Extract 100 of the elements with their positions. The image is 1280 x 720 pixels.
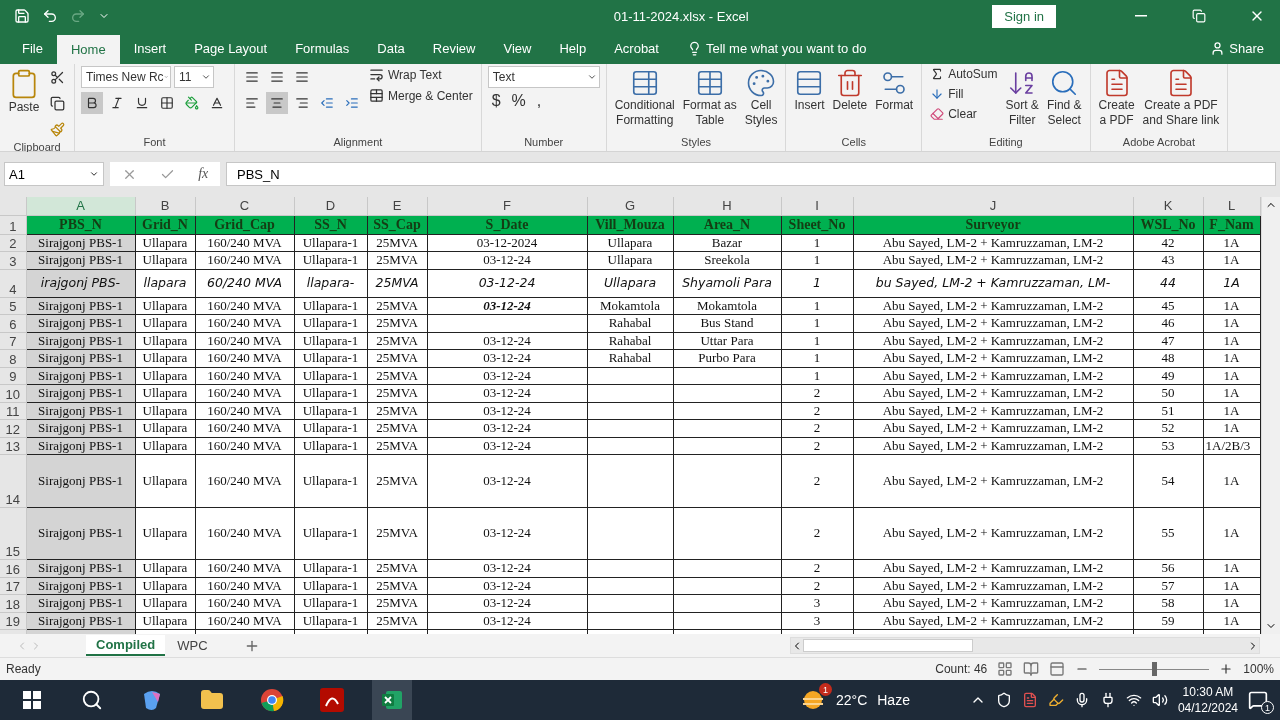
paste-button[interactable]: Paste xyxy=(6,66,42,117)
spreadsheet-app-button[interactable] xyxy=(372,680,412,720)
document-icon[interactable] xyxy=(1021,692,1038,708)
shield-icon[interactable] xyxy=(995,692,1012,708)
clock[interactable]: 10:30 AM 04/12/2024 xyxy=(1177,684,1238,716)
ribbon-button[interactable]: Create a PDF and Share link xyxy=(1140,66,1222,130)
share-button[interactable]: Share xyxy=(1204,32,1270,64)
bold-button[interactable] xyxy=(81,92,103,114)
vertical-scrollbar[interactable] xyxy=(1260,197,1280,634)
ribbon-tab[interactable]: Home xyxy=(56,35,120,64)
column-header[interactable]: A xyxy=(26,197,135,215)
ribbon-button[interactable]: Cell Styles xyxy=(742,66,780,130)
ribbon-tab[interactable]: Help xyxy=(545,32,601,64)
column-header[interactable]: F xyxy=(427,197,587,215)
autosum-button[interactable]: AutoSum xyxy=(928,66,1000,82)
ribbon-button[interactable]: Format as Table xyxy=(680,66,739,130)
status-text: Ready xyxy=(6,662,41,676)
count-text: Count: 46 xyxy=(935,662,988,676)
column-header[interactable]: B xyxy=(135,197,195,215)
page-break-icon[interactable] xyxy=(1049,661,1066,677)
bold-icon xyxy=(85,96,99,110)
horizontal-scrollbar[interactable] xyxy=(790,637,1260,654)
ribbon-tab[interactable]: Insert xyxy=(119,32,181,64)
font-name-field[interactable]: Times New Rc xyxy=(81,66,171,88)
tell-me-search[interactable]: Tell me what you want to do xyxy=(680,32,873,64)
row-header[interactable]: 14 xyxy=(0,454,26,507)
table-cell: 44 xyxy=(1133,269,1203,297)
wifi-icon[interactable] xyxy=(1125,692,1142,708)
table-cell: Ullapara xyxy=(587,269,673,297)
merge-center-button[interactable]: Merge & Center xyxy=(367,87,475,104)
ribbon-tab[interactable]: Page Layout xyxy=(180,32,282,64)
wrap-text-button[interactable]: Wrap Text xyxy=(367,66,475,83)
ribbon-tab[interactable]: View xyxy=(489,32,546,64)
ribbon-button[interactable]: Sort & Filter xyxy=(1003,66,1041,130)
group-label: Editing xyxy=(988,135,1024,150)
formula-field[interactable]: PBS_N xyxy=(226,162,1276,186)
undo-icon[interactable] xyxy=(42,8,58,24)
save-icon[interactable] xyxy=(14,8,30,24)
table-cell: 2 xyxy=(781,454,853,507)
row-header[interactable]: 4 xyxy=(0,269,26,297)
table-cell: irajgonj PBS- xyxy=(26,269,135,297)
table-cell: Ullapara xyxy=(135,507,195,560)
ribbon-button[interactable]: Format xyxy=(873,66,916,115)
percent-button[interactable]: % xyxy=(507,92,530,110)
paint-bucket-icon xyxy=(185,96,199,110)
sheet-tab[interactable]: WPC xyxy=(167,635,218,656)
column-header[interactable]: J xyxy=(853,197,1133,215)
normal-view-icon[interactable] xyxy=(997,661,1014,677)
zoom-in-icon[interactable] xyxy=(1219,662,1234,676)
table-cell: 1A xyxy=(1203,507,1260,560)
table-cell: Ullapara xyxy=(135,454,195,507)
ribbon-tab[interactable]: File xyxy=(8,32,57,64)
volume-icon[interactable] xyxy=(1151,692,1168,708)
highlighter-icon[interactable] xyxy=(1047,692,1064,708)
clear-button[interactable]: Clear xyxy=(928,106,1000,122)
fill-button[interactable]: Fill xyxy=(928,86,1000,102)
table-cell: Ullapara-1 xyxy=(294,454,367,507)
column-header[interactable]: L xyxy=(1203,197,1260,215)
align-center-icon xyxy=(270,96,284,110)
align-right-icon xyxy=(295,96,309,110)
row-header[interactable]: 15 xyxy=(0,507,26,560)
insert-function-button[interactable]: fx xyxy=(198,166,209,182)
window-title: 01-11-2024.xlsx - Excel xyxy=(612,8,750,24)
notifications-icon[interactable] xyxy=(1248,690,1268,710)
column-header[interactable]: D xyxy=(294,197,367,215)
comma-button[interactable]: , xyxy=(532,92,546,110)
column-header[interactable]: E xyxy=(367,197,427,215)
table-cell: 160/240 MVA xyxy=(195,454,294,507)
table-cell: 1 xyxy=(781,269,853,297)
ribbon-tab[interactable]: Acrobat xyxy=(600,32,673,64)
number-format-field[interactable]: Text xyxy=(487,66,600,88)
sign-in-button[interactable]: Sign in xyxy=(992,4,1056,28)
table-cell: 03-12-24 xyxy=(427,507,587,560)
page-layout-icon[interactable] xyxy=(1023,661,1040,677)
sheet-tab[interactable]: Compiled xyxy=(86,635,166,656)
column-header[interactable]: K xyxy=(1133,197,1203,215)
grid-icon xyxy=(160,96,174,110)
column-header[interactable]: C xyxy=(195,197,294,215)
ribbon-tab[interactable]: Formulas xyxy=(281,32,364,64)
weather-text: Haze xyxy=(877,692,910,708)
column-header[interactable]: I xyxy=(781,197,853,215)
indent-icon xyxy=(345,96,359,110)
palette-icon xyxy=(746,68,777,98)
ribbon-button[interactable]: Insert xyxy=(792,66,827,115)
ribbon-button[interactable]: Conditional Formatting xyxy=(612,66,677,130)
table-cell: 54 xyxy=(1133,454,1203,507)
column-header[interactable]: H xyxy=(673,197,781,215)
currency-button[interactable]: $ xyxy=(487,92,505,110)
caret-icon xyxy=(586,72,597,82)
ribbon-tab[interactable]: Data xyxy=(363,32,419,64)
eraser-icon xyxy=(930,107,945,121)
name-box[interactable]: A1 xyxy=(4,162,104,186)
align-center-button[interactable] xyxy=(266,92,288,114)
ribbon-tab[interactable]: Review xyxy=(418,32,490,64)
font-size-field[interactable]: 11 xyxy=(174,66,214,88)
column-header[interactable]: G xyxy=(587,197,673,215)
zoom-thumb[interactable] xyxy=(1151,662,1157,676)
ribbon-button[interactable]: Delete xyxy=(830,66,870,115)
ribbon-button[interactable]: Create a PDF xyxy=(1096,66,1137,130)
ribbon-button[interactable]: Find & Select xyxy=(1044,66,1084,130)
